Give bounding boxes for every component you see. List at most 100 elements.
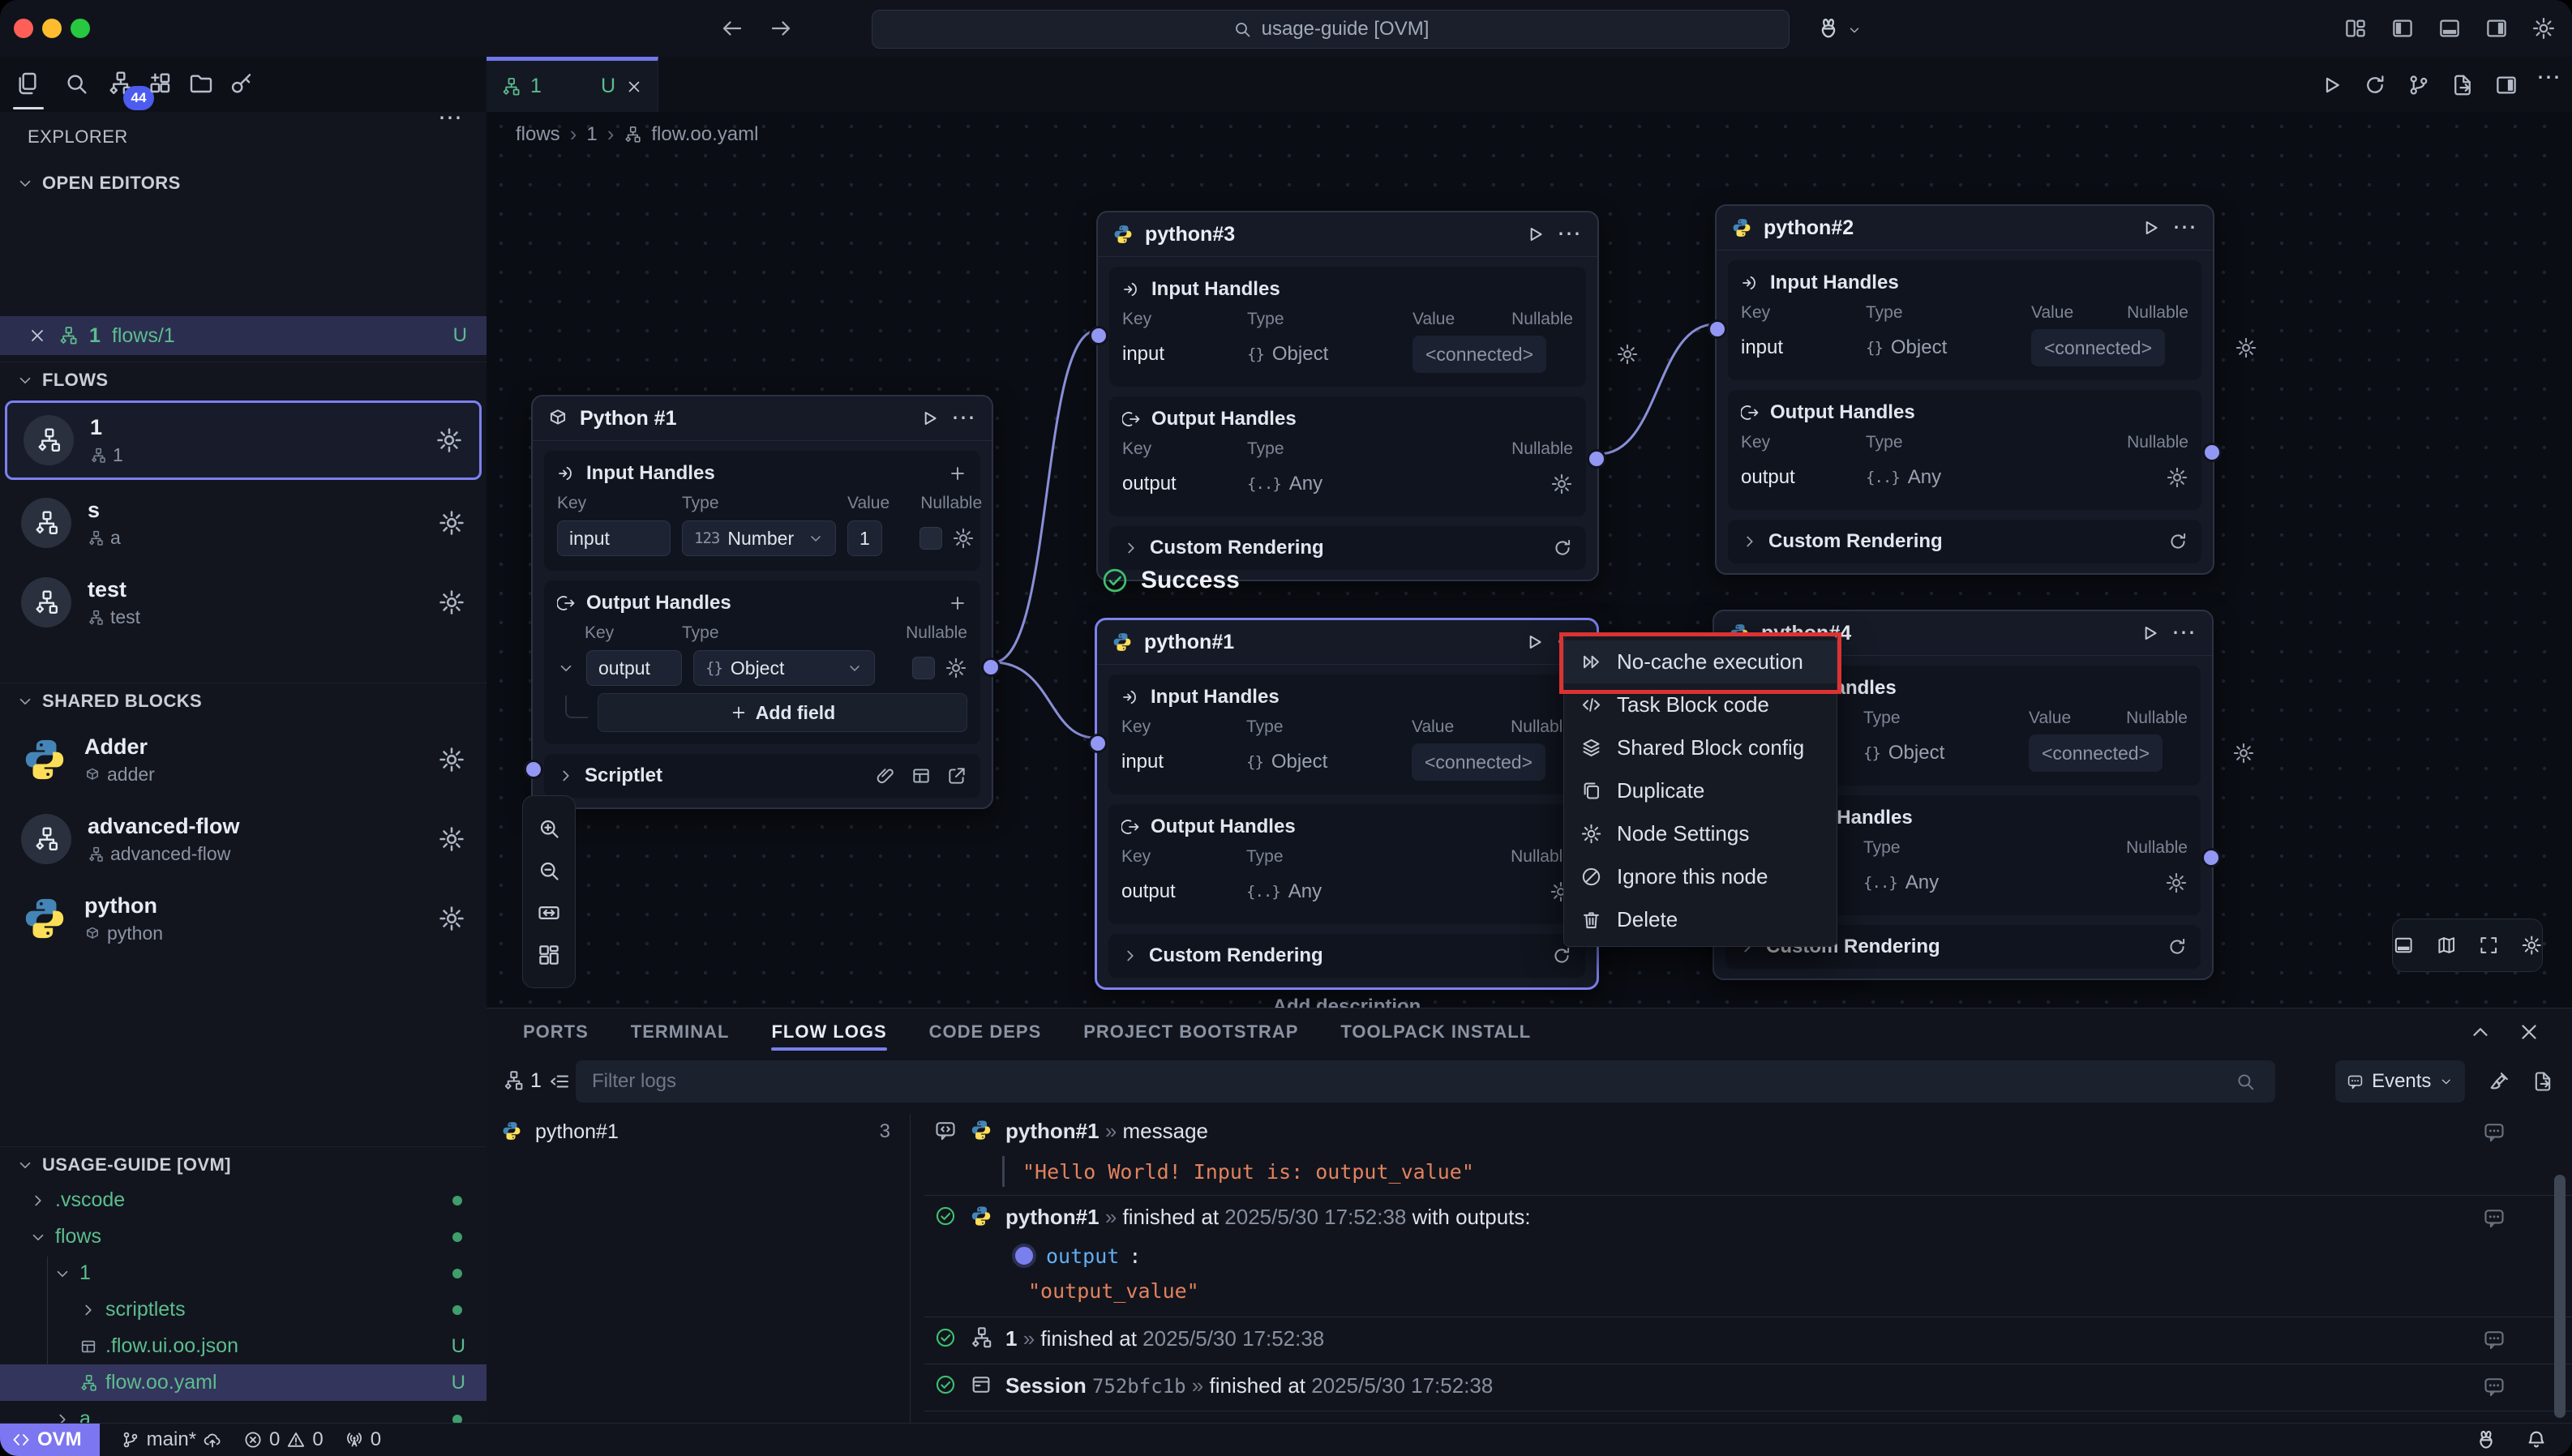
attach-icon[interactable] xyxy=(875,765,896,786)
handle-settings-gear-icon[interactable] xyxy=(945,657,967,679)
add-output-icon[interactable] xyxy=(948,593,967,613)
tree-item-vscode[interactable]: .vscode xyxy=(0,1182,487,1218)
tab-code-deps[interactable]: CODE DEPS xyxy=(929,1008,1042,1056)
comment-icon[interactable] xyxy=(2483,1120,2506,1143)
shared-block-python[interactable]: python python xyxy=(5,879,482,958)
menu-item-no-cache-execution[interactable]: No-cache execution xyxy=(1564,640,1837,683)
log-entry-message[interactable]: python#1 » message xyxy=(934,1119,1208,1144)
nullable-checkbox[interactable] xyxy=(919,527,942,550)
node-python-hash1[interactable]: python#1 ⋯ Input Handles KeyTypeValueNul… xyxy=(1095,618,1599,990)
block-settings-gear-icon[interactable] xyxy=(438,746,465,773)
nav-back-icon[interactable] xyxy=(720,16,744,41)
close-window-button[interactable] xyxy=(14,19,33,38)
log-entry-finished-flow[interactable]: 1 » finished at 2025/5/30 17:52:38 xyxy=(934,1326,1324,1351)
refresh-icon[interactable] xyxy=(1551,945,1572,966)
node-python-hash1-editor[interactable]: Python #1 ⋯ Input Handles KeyTypeValueNu… xyxy=(531,395,993,809)
node-python-hash3[interactable]: python#3 ⋯ Input Handles KeyTypeValueNul… xyxy=(1096,211,1599,581)
comment-icon[interactable] xyxy=(2483,1206,2506,1229)
expand-output-icon[interactable] xyxy=(557,659,575,677)
refresh-icon[interactable] xyxy=(2167,936,2188,957)
output-handle-port[interactable] xyxy=(1587,449,1606,469)
secrets-activity-icon[interactable] xyxy=(229,71,255,96)
input-key-field[interactable]: input xyxy=(557,520,671,556)
output-key-field[interactable]: output xyxy=(586,650,682,686)
notifications-bell-icon[interactable] xyxy=(2525,1428,2548,1451)
command-center-search[interactable]: usage-guide [OVM] xyxy=(872,10,1790,49)
input-handle-port[interactable] xyxy=(1088,734,1108,753)
handle-settings-gear-icon[interactable] xyxy=(1616,343,1639,366)
handle-settings-gear-icon[interactable] xyxy=(2165,871,2188,894)
flow-list-item-1[interactable]: 1 1 xyxy=(5,400,482,480)
folder-activity-icon[interactable] xyxy=(188,71,214,96)
extensions-activity-icon[interactable] xyxy=(148,71,174,96)
add-field-button[interactable]: Add field xyxy=(598,693,967,732)
zoom-in-icon[interactable] xyxy=(537,816,561,841)
zoom-out-icon[interactable] xyxy=(537,859,561,883)
minimap-icon[interactable] xyxy=(2436,933,2458,957)
customize-layout-icon[interactable] xyxy=(2343,16,2368,41)
log-entry-finished-node[interactable]: python#1 » finished at 2025/5/30 17:52:3… xyxy=(934,1205,1531,1230)
mascot-menu-icon[interactable] xyxy=(1816,16,1841,41)
flow-run-ref[interactable]: 1 xyxy=(530,1069,542,1093)
remote-indicator[interactable]: OVM xyxy=(0,1424,100,1456)
open-editor-item[interactable]: 1 flows/1 U xyxy=(0,316,487,355)
filter-logs-input[interactable] xyxy=(576,1060,2275,1103)
node-python-hash2[interactable]: python#2 ⋯ Input Handles KeyTypeValueNul… xyxy=(1715,204,2214,575)
add-input-icon[interactable] xyxy=(948,464,967,483)
tree-item-1[interactable]: 1 xyxy=(0,1255,487,1291)
flow-list-item-test[interactable]: test test xyxy=(5,563,482,642)
run-node-icon[interactable] xyxy=(919,408,940,429)
handle-settings-gear-icon[interactable] xyxy=(2166,466,2188,489)
toggle-panel-icon[interactable] xyxy=(2437,16,2462,41)
log-entry-finished-session[interactable]: Session 752bfc1b » finished at 2025/5/30… xyxy=(934,1373,1493,1398)
panel-toggle-icon[interactable] xyxy=(2393,933,2415,957)
custom-rendering-section[interactable]: Custom Rendering xyxy=(1728,520,2201,563)
export-file-icon[interactable] xyxy=(2450,73,2475,97)
handle-settings-gear-icon[interactable] xyxy=(952,527,975,550)
flow-canvas[interactable]: flows› 1› flow.oo.yaml Python #1 ⋯ Input… xyxy=(487,112,2572,1008)
workspace-header[interactable]: USAGE-GUIDE [OVM] xyxy=(0,1146,487,1182)
docs-icon[interactable] xyxy=(911,765,932,786)
log-source-item[interactable]: python#1 3 xyxy=(501,1120,890,1144)
custom-rendering-section[interactable]: Custom Rendering xyxy=(1109,526,1586,570)
canvas-settings-gear-icon[interactable] xyxy=(2521,933,2543,957)
tab-project-bootstrap[interactable]: PROJECT BOOTSTRAP xyxy=(1083,1008,1298,1056)
maximize-panel-icon[interactable] xyxy=(2468,1020,2493,1044)
flow-settings-gear-icon[interactable] xyxy=(438,589,465,616)
refresh-icon[interactable] xyxy=(1552,537,1573,559)
mascot-chevron-icon[interactable] xyxy=(1847,23,1862,37)
explorer-activity-icon[interactable] xyxy=(15,71,41,96)
block-settings-gear-icon[interactable] xyxy=(438,905,465,932)
breadcrumb[interactable]: flows› 1› flow.oo.yaml xyxy=(516,122,758,147)
open-editors-header[interactable]: OPEN EDITORS xyxy=(0,165,487,201)
toggle-sidebar-right-icon[interactable] xyxy=(2484,16,2509,41)
rerun-icon[interactable] xyxy=(2363,73,2387,97)
close-editor-icon[interactable] xyxy=(28,326,47,345)
run-node-icon[interactable] xyxy=(1524,224,1545,245)
toggle-sidebar-left-icon[interactable] xyxy=(2390,16,2415,41)
shared-block-advanced-flow[interactable]: advanced-flow advanced-flow xyxy=(5,799,482,879)
tree-item-scriptlets[interactable]: scriptlets xyxy=(0,1291,487,1328)
maximize-window-button[interactable] xyxy=(71,19,90,38)
shared-block-adder[interactable]: Adder adder xyxy=(5,720,482,799)
compare-changes-icon[interactable] xyxy=(2407,73,2431,97)
flow-list-item-s[interactable]: s a xyxy=(5,483,482,563)
handle-settings-gear-icon[interactable] xyxy=(2235,336,2257,359)
menu-item-shared-block-config[interactable]: Shared Block config xyxy=(1564,726,1837,769)
input-type-select[interactable]: 123Number xyxy=(682,520,836,556)
output-handle-port[interactable] xyxy=(2202,443,2222,462)
flow-settings-gear-icon[interactable] xyxy=(435,426,463,454)
tab-terminal[interactable]: TERMINAL xyxy=(631,1008,730,1056)
run-node-icon[interactable] xyxy=(2140,217,2161,238)
handle-settings-gear-icon[interactable] xyxy=(2232,742,2255,764)
custom-rendering-section[interactable]: Custom Rendering xyxy=(1108,934,1585,978)
flows-section-header[interactable]: FLOWS xyxy=(0,362,487,397)
menu-item-duplicate[interactable]: Duplicate xyxy=(1564,769,1837,812)
editor-tab-flow-1[interactable]: 1 U xyxy=(487,57,658,112)
tab-ports[interactable]: PORTS xyxy=(523,1008,589,1056)
split-editor-icon[interactable] xyxy=(2494,73,2518,97)
menu-item-task-block-code[interactable]: Task Block code xyxy=(1564,683,1837,726)
input-handle-port[interactable] xyxy=(1089,326,1108,345)
open-external-icon[interactable] xyxy=(946,765,967,786)
output-type-select[interactable]: {}Object xyxy=(693,650,875,686)
